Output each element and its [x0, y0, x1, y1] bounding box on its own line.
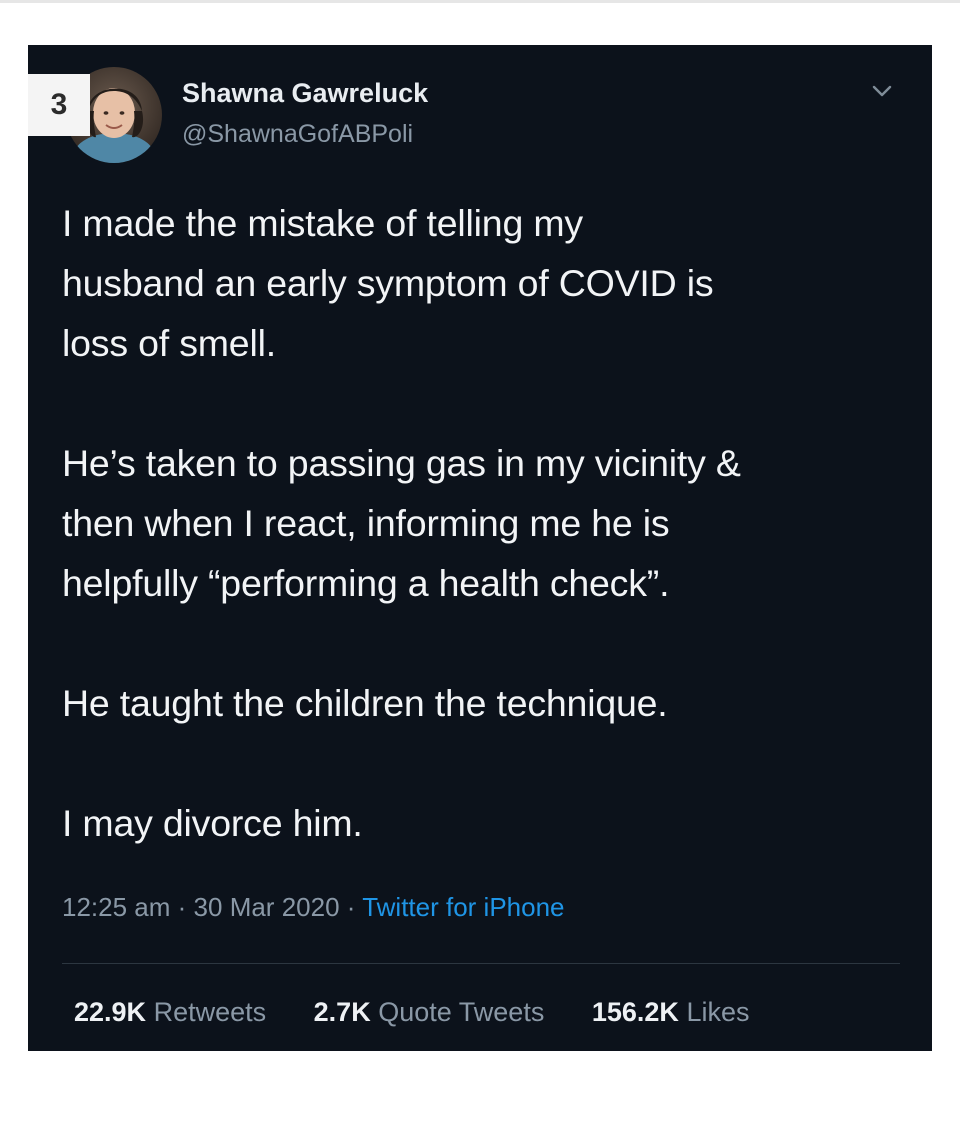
tweet-menu-button[interactable] [871, 83, 893, 99]
tweet-text: I made the mistake of telling my husband… [62, 193, 922, 853]
tweet-stats: 22.9K Retweets 2.7K Quote Tweets 156.2K … [74, 997, 789, 1028]
stats-divider [62, 963, 900, 964]
tweet-paragraph: I made the mistake of telling my husband… [62, 202, 714, 364]
retweets-label: Retweets [153, 997, 267, 1027]
tweet-metadata: 12:25 am · 30 Mar 2020 · Twitter for iPh… [62, 892, 565, 923]
tweet-time[interactable]: 12:25 am [62, 892, 170, 922]
retweets-stat[interactable]: 22.9K Retweets [74, 997, 266, 1028]
tweet-card: Shawna Gawreluck @ShawnaGofABPoli I made… [28, 45, 932, 1051]
top-divider [0, 0, 960, 3]
meta-separator: · [177, 892, 187, 922]
quote-tweets-count: 2.7K [313, 997, 371, 1027]
list-rank-badge: 3 [28, 74, 90, 136]
retweets-count: 22.9K [74, 997, 147, 1027]
meta-separator: · [346, 892, 356, 922]
likes-label: Likes [686, 997, 750, 1027]
tweet-source-link[interactable]: Twitter for iPhone [362, 892, 564, 922]
tweet-paragraph: He taught the children the technique. [62, 682, 668, 724]
author-name[interactable]: Shawna Gawreluck [182, 78, 428, 109]
tweet-paragraph: I may divorce him. [62, 802, 363, 844]
quote-tweets-stat[interactable]: 2.7K Quote Tweets [314, 997, 545, 1028]
chevron-down-icon [872, 85, 892, 97]
likes-count: 156.2K [591, 997, 679, 1027]
quote-tweets-label: Quote Tweets [378, 997, 545, 1027]
author-handle[interactable]: @ShawnaGofABPoli [182, 120, 413, 149]
tweet-date[interactable]: 30 Mar 2020 [194, 892, 340, 922]
likes-stat[interactable]: 156.2K Likes [592, 997, 750, 1028]
tweet-paragraph: He’s taken to passing gas in my vicinity… [62, 442, 741, 604]
